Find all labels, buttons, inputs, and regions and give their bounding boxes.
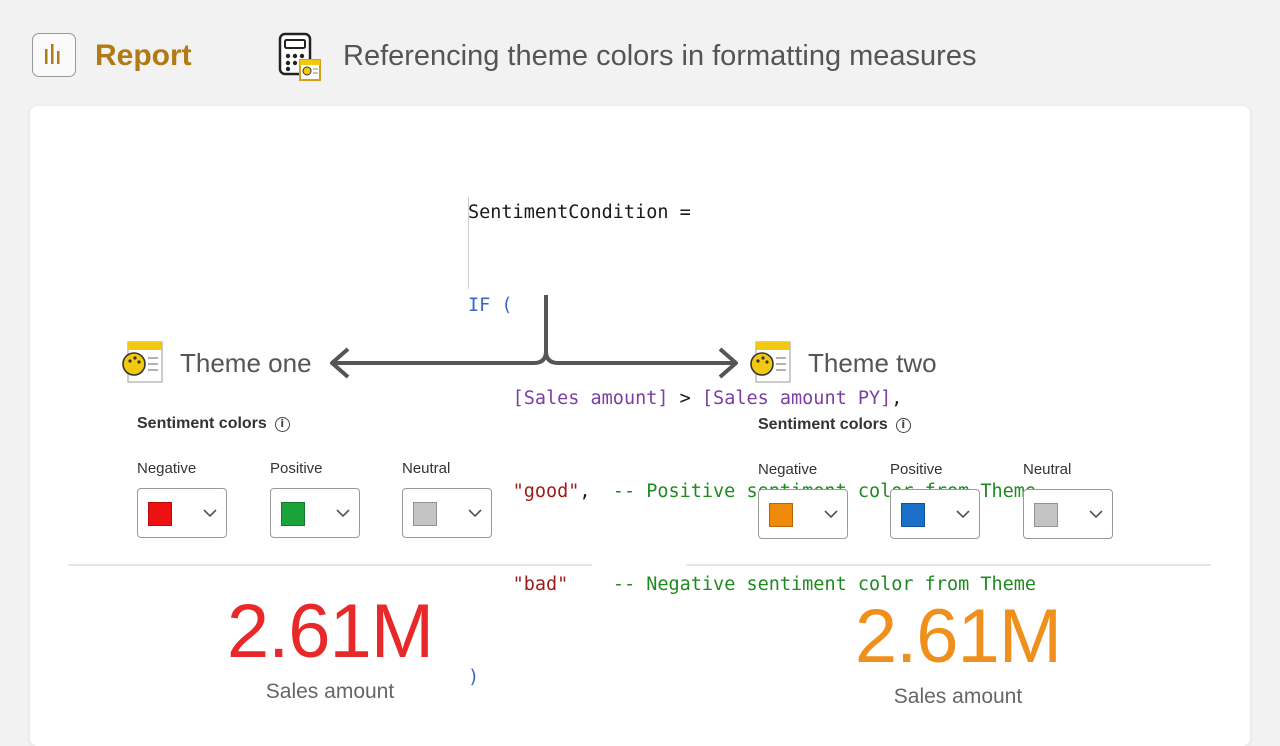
divider: [686, 564, 1211, 566]
negative-label: Negative: [758, 461, 818, 478]
bad-string: "bad": [512, 574, 569, 595]
comma: ,: [579, 481, 591, 502]
kpi-label: Sales amount: [265, 680, 395, 703]
info-icon[interactable]: i: [895, 417, 911, 433]
page-title: Referencing theme colors in formatting m…: [343, 40, 977, 72]
positive-color-picker[interactable]: [890, 489, 980, 539]
sales-amount-ref: [Sales amount]: [512, 388, 669, 409]
chevron-down-icon: [203, 509, 217, 518]
neutral-color-picker[interactable]: [1023, 489, 1113, 539]
code-indent-guide: [468, 197, 469, 289]
code-line-3: [Sales amount] > [Sales amount PY],: [468, 383, 1036, 414]
kpi-value: 2.61M: [854, 594, 1062, 679]
sentiment-colors-label: Sentiment colors: [137, 415, 267, 432]
chevron-down-icon: [824, 510, 838, 519]
greater-than-operator: >: [668, 388, 702, 409]
chevron-down-icon: [1089, 510, 1103, 519]
color-swatch: [148, 502, 172, 526]
chevron-down-icon: [336, 509, 350, 518]
theme-palette-icon: [120, 340, 164, 384]
negative-color-picker[interactable]: [137, 488, 227, 538]
neutral-label: Neutral: [1023, 461, 1072, 478]
sentiment-colors-title: Sentiment colors i: [137, 414, 290, 434]
neutral-color-picker[interactable]: [402, 488, 492, 538]
neutral-label: Neutral: [402, 460, 451, 477]
theme-two-label: Theme two: [808, 348, 937, 378]
measure-name: SentimentCondition =: [468, 202, 691, 223]
color-swatch: [769, 503, 793, 527]
negative-label: Negative: [137, 460, 197, 477]
sentiment-colors-label: Sentiment colors: [758, 416, 888, 433]
info-icon[interactable]: i: [274, 416, 290, 432]
divider: [68, 564, 592, 566]
comma: ,: [891, 388, 903, 409]
color-swatch: [281, 502, 305, 526]
theme-one-label: Theme one: [180, 348, 312, 378]
report-label: Report: [95, 39, 192, 72]
kpi-value: 2.61M: [226, 589, 434, 674]
color-swatch: [413, 502, 437, 526]
good-string: "good": [512, 481, 580, 502]
kpi-label: Sales amount: [893, 685, 1023, 708]
positive-color-picker[interactable]: [270, 488, 360, 538]
sentiment-colors-title: Sentiment colors i: [758, 415, 911, 435]
negative-comment: -- Negative sentiment color from Theme: [568, 574, 1037, 595]
code-line-1: SentimentCondition =: [468, 197, 1036, 228]
negative-color-picker[interactable]: [758, 489, 848, 539]
calculator-measure-icon: [278, 32, 324, 82]
sales-amount-py-ref: [Sales amount PY]: [701, 388, 892, 409]
color-swatch: [901, 503, 925, 527]
branch-arrows-icon: [330, 295, 738, 379]
theme-palette-icon: [748, 340, 792, 384]
positive-label: Positive: [270, 460, 323, 477]
color-swatch: [1034, 503, 1058, 527]
chevron-down-icon: [468, 509, 482, 518]
positive-label: Positive: [890, 461, 943, 478]
chevron-down-icon: [956, 510, 970, 519]
report-bar-chart-icon: [32, 33, 76, 77]
